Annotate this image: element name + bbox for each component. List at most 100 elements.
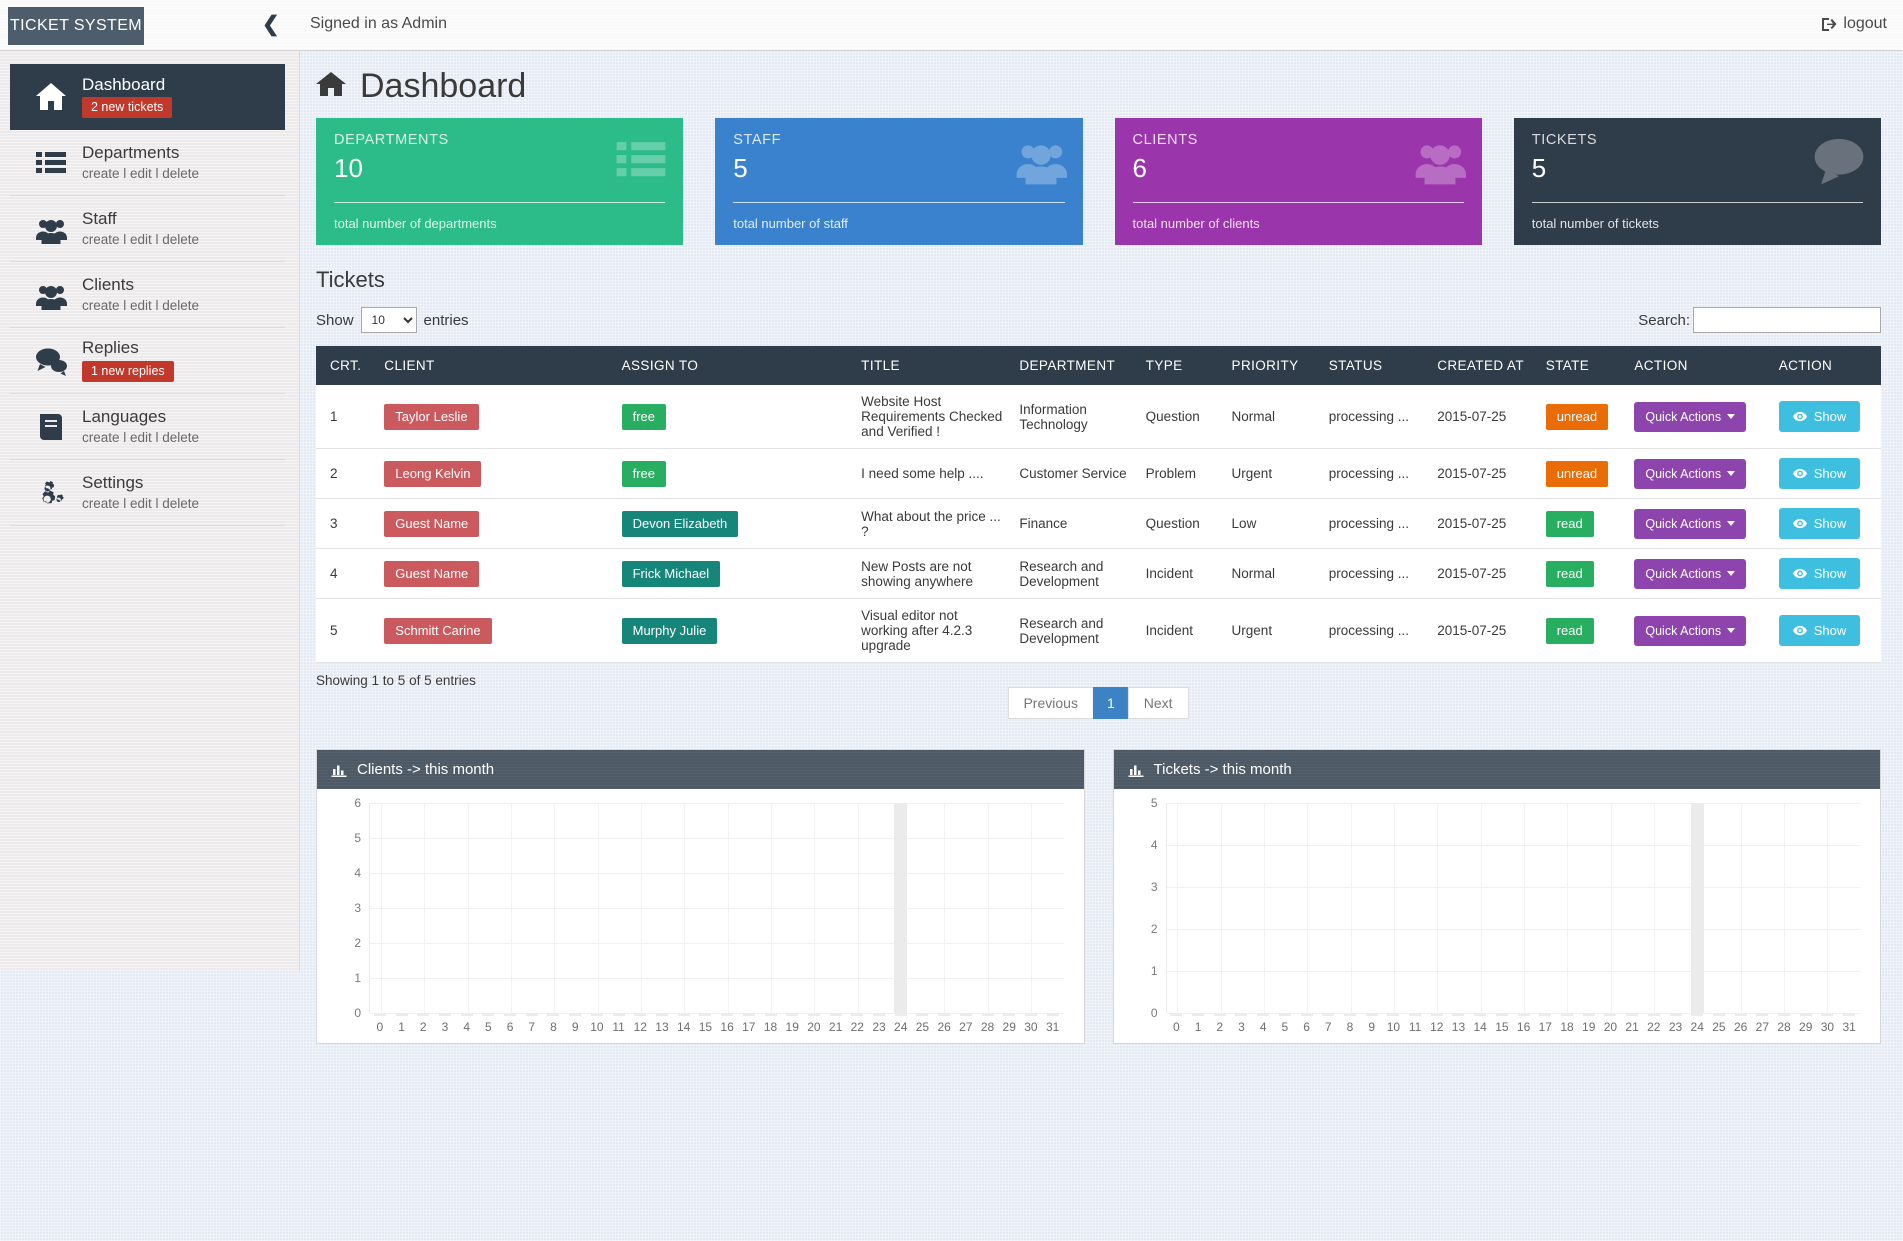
status-badge[interactable]: read	[1545, 560, 1594, 587]
pagination-next[interactable]: Next	[1127, 687, 1189, 719]
app-brand[interactable]: TICKET SYSTEM	[8, 7, 144, 45]
column-header-title-3[interactable]: TITLE	[853, 346, 1012, 385]
assign-to-tag[interactable]: free	[621, 460, 667, 487]
show-button[interactable]: Show	[1778, 558, 1861, 589]
x-axis-tick-label: 19	[785, 1020, 799, 1034]
list-icon	[20, 147, 82, 179]
column-header-assignto-2[interactable]: ASSIGN TO	[613, 346, 854, 385]
x-axis-tick-mark	[1647, 1013, 1660, 1016]
show-button[interactable]: Show	[1778, 458, 1861, 489]
pagination-page-1[interactable]: 1	[1092, 687, 1129, 719]
cell-action-show: Show	[1770, 448, 1881, 499]
chart-bar[interactable]	[1690, 803, 1704, 1013]
status-badge[interactable]: read	[1545, 617, 1594, 644]
assign-to-tag[interactable]: Devon Elizabeth	[621, 510, 739, 537]
client-tag[interactable]: Schmitt Carine	[384, 617, 492, 644]
show-label: Show	[316, 311, 354, 329]
sidebar-item-subtitle: create l edit l delete	[82, 231, 200, 247]
chevron-down-icon	[1727, 521, 1736, 526]
search-input[interactable]	[1693, 307, 1881, 333]
status-badge[interactable]: unread	[1545, 460, 1609, 487]
sidebar-item-dashboard[interactable]: Dashboard 2 new tickets	[10, 64, 285, 130]
sidebar-item-staff[interactable]: Staff create l edit l delete	[10, 196, 285, 262]
client-tag[interactable]: Taylor Leslie	[384, 403, 479, 430]
column-header-type-5[interactable]: TYPE	[1137, 346, 1224, 385]
gears-icon	[20, 477, 82, 509]
column-header-crt-0[interactable]: CRT.	[316, 346, 377, 385]
stat-card-clients[interactable]: CLIENTS 6 total number of clients	[1114, 118, 1482, 245]
logout-button[interactable]: logout	[1821, 15, 1887, 33]
cell-type: Incident	[1137, 598, 1224, 663]
charts-row: Clients -> this month 0 1 2 3 4 5 6 0 1 2 3 4 5 6 7 8 9 10…	[300, 731, 1903, 1044]
column-header-action-11[interactable]: ACTION	[1770, 346, 1881, 385]
quick-actions-button[interactable]: Quick Actions	[1634, 401, 1747, 432]
column-header-department-4[interactable]: DEPARTMENT	[1011, 346, 1138, 385]
home-icon	[20, 81, 82, 113]
showing-entries-info: Showing 1 to 5 of 5 entries	[316, 673, 476, 688]
x-axis-tick-label: 17	[1538, 1020, 1552, 1034]
assign-to-tag[interactable]: Murphy Julie	[621, 617, 718, 644]
x-axis-tick-label: 11	[1408, 1020, 1422, 1034]
column-header-client-1[interactable]: CLIENT	[376, 346, 614, 385]
show-button[interactable]: Show	[1778, 401, 1861, 432]
y-axis-tick-label: 3	[354, 901, 361, 915]
x-axis-tick-mark	[1604, 1013, 1617, 1016]
x-axis-tick-mark	[1843, 1013, 1856, 1016]
show-button[interactable]: Show	[1778, 508, 1861, 539]
x-axis-tick-label: 8	[550, 1020, 557, 1034]
client-tag[interactable]: Guest Name	[384, 510, 480, 537]
cell-type: Problem	[1137, 448, 1224, 499]
tickets-table-head: CRT. CLIENT ASSIGN TO TITLE DEPARTMENT TYPE PR…	[316, 346, 1881, 385]
status-badge[interactable]: unread	[1545, 403, 1609, 430]
sidebar-item-clients[interactable]: Clients create l edit l delete	[10, 262, 285, 328]
x-axis-tick-mark	[894, 1013, 907, 1016]
column-header-status-7[interactable]: STATUS	[1320, 346, 1430, 385]
stat-card-staff[interactable]: STAFF 5 total number of staff	[715, 118, 1083, 245]
column-header-priority-6[interactable]: PRIORITY	[1223, 346, 1321, 385]
assign-to-tag[interactable]: Frick Michael	[621, 560, 721, 587]
show-label: Show	[1813, 566, 1847, 581]
stat-card-departments[interactable]: DEPARTMENTS 10 total number of departments	[316, 118, 684, 245]
x-axis-tick-mark	[504, 1013, 517, 1016]
sidebar-item-replies[interactable]: Replies 1 new replies	[10, 328, 285, 394]
column-header-state-9[interactable]: STATE	[1537, 346, 1627, 385]
x-axis-tick-label: 2	[1216, 1020, 1224, 1034]
sidebar-item-departments[interactable]: Departments create l edit l delete	[10, 130, 285, 196]
x-axis-tick-mark	[460, 1013, 473, 1016]
quick-actions-button[interactable]: Quick Actions	[1634, 558, 1747, 589]
y-axis-tick-label: 3	[1150, 880, 1158, 894]
pagination-previous[interactable]: Previous	[1007, 687, 1094, 719]
x-axis-tick-mark	[1365, 1013, 1378, 1016]
column-header-action-10[interactable]: ACTION	[1626, 346, 1771, 385]
chevron-down-icon	[1727, 414, 1736, 419]
column-header-createdat-8[interactable]: CREATED AT	[1429, 346, 1538, 385]
client-tag[interactable]: Leong Kelvin	[384, 460, 482, 487]
x-axis-tick-label: 10	[1386, 1020, 1401, 1034]
stat-card-tickets[interactable]: TICKETS 5 total number of tickets	[1513, 118, 1881, 245]
x-axis-tick-label: 14	[1473, 1020, 1487, 1034]
quick-actions-button[interactable]: Quick Actions	[1634, 508, 1747, 539]
gridline-vertical	[1264, 803, 1266, 1013]
sidebar-collapse-icon[interactable]: ❮	[262, 14, 280, 35]
client-tag[interactable]: Guest Name	[384, 560, 480, 587]
chart-bar[interactable]	[894, 803, 908, 1013]
gridline-vertical	[1437, 803, 1439, 1013]
logout-icon	[1821, 17, 1837, 32]
page-length-select[interactable]: 102550100	[360, 307, 417, 333]
cell-action-quick: Quick Actions	[1626, 548, 1771, 599]
status-badge[interactable]: read	[1545, 510, 1594, 537]
sidebar-item-settings[interactable]: Settings create l edit l delete	[10, 460, 285, 526]
quick-actions-button[interactable]: Quick Actions	[1634, 615, 1747, 646]
y-axis-tick-label: 2	[1150, 922, 1158, 936]
eye-icon	[1792, 411, 1807, 422]
gridline-vertical	[1827, 803, 1829, 1013]
x-axis-tick-mark	[938, 1013, 951, 1016]
quick-actions-button[interactable]: Quick Actions	[1634, 458, 1747, 489]
x-axis-tick-mark	[417, 1013, 430, 1016]
show-button[interactable]: Show	[1778, 615, 1861, 646]
x-axis-tick-label: 23	[872, 1020, 886, 1034]
x-axis-tick-mark	[677, 1013, 690, 1016]
sidebar-item-languages[interactable]: Languages create l edit l delete	[10, 394, 285, 460]
assign-to-tag[interactable]: free	[621, 403, 667, 430]
gridline-vertical	[1307, 803, 1309, 1013]
